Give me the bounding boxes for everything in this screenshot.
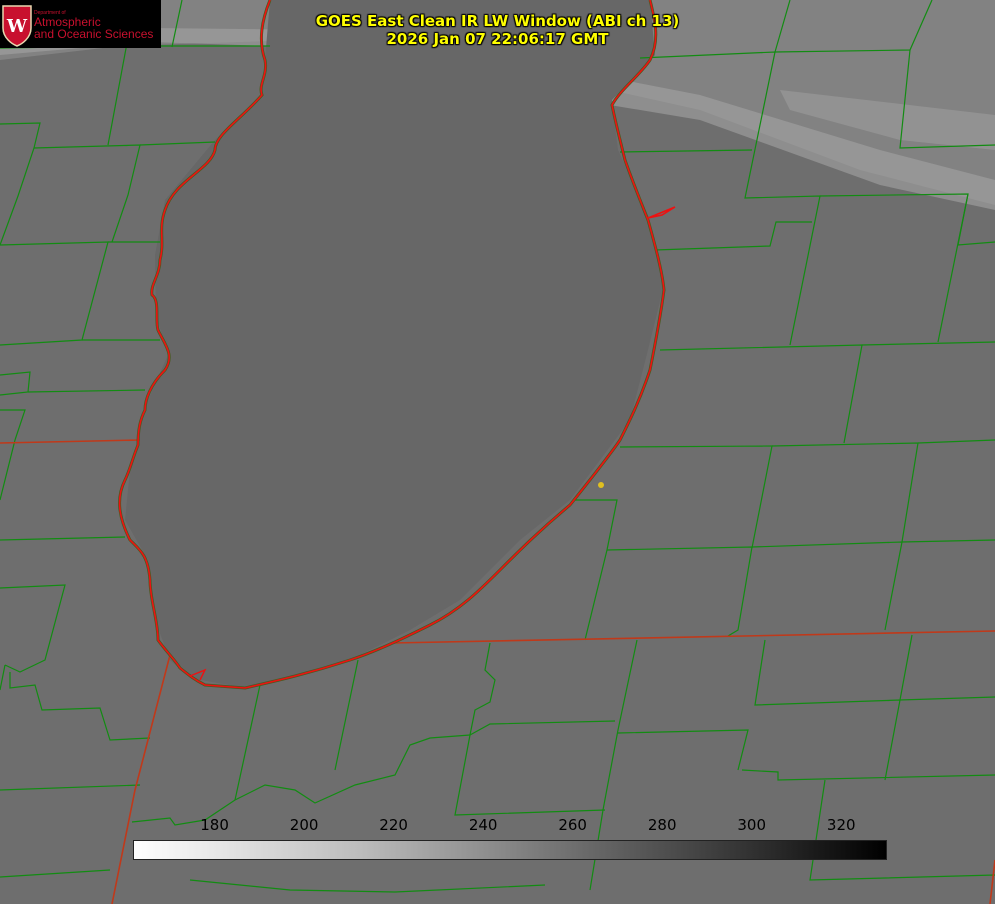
colorbar-tick-label: 180	[200, 816, 229, 834]
colorbar	[133, 840, 887, 860]
colorbar-tick-label: 280	[647, 816, 677, 834]
location-marker	[598, 482, 604, 488]
colorbar-tick-label: 220	[379, 816, 408, 834]
colorbar-tick-label: 300	[737, 816, 767, 834]
image-title: GOES East Clean IR LW Window (ABI ch 13)	[315, 12, 680, 30]
colorbar-tick-label: 320	[826, 816, 856, 834]
image-timestamp: 2026 Jan 07 22:06:17 GMT	[386, 30, 609, 48]
uw-aos-logo: W Department of Atmospheric and Oceanic …	[0, 0, 161, 48]
colorbar-tick-label: 240	[468, 816, 498, 834]
uw-crest-icon: W	[2, 5, 32, 47]
colorbar-tick-label: 260	[558, 816, 587, 834]
satellite-map	[0, 0, 995, 904]
colorbar-tick-label: 200	[289, 816, 319, 834]
crest-letter: W	[6, 16, 28, 37]
logo-line2: and Oceanic Sciences	[34, 27, 154, 41]
